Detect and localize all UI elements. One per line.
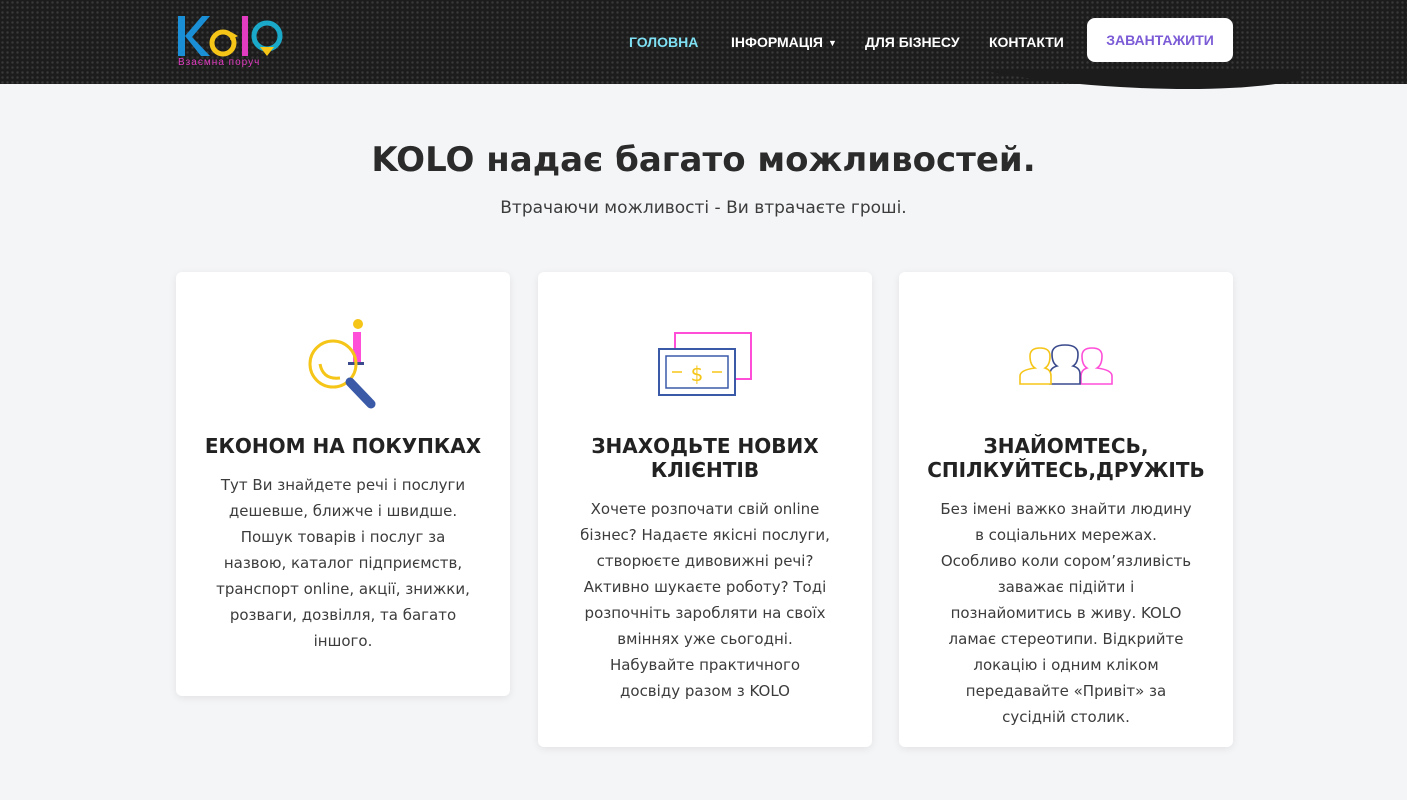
people-group-icon	[1019, 344, 1113, 385]
feature-card-clients: $ ЗНАХОДЬТЕ НОВИХ КЛІЄНТІВ Хочете розпоч…	[538, 272, 872, 747]
nav-business[interactable]: ДЛЯ БІЗНЕСУ	[865, 34, 960, 50]
card-text: Хочете розпочати свій online бізнес? Над…	[580, 500, 830, 700]
card-title: ЗНАЙОМТЕСЬ, СПІЛКУЙТЕСЬ,ДРУЖІТЬ	[927, 434, 1205, 482]
nav-business-label: ДЛЯ БІЗНЕСУ	[865, 34, 960, 50]
card-title: ЕКОНОМ НА ПОКУПКАХ	[204, 434, 482, 458]
nav-info[interactable]: ІНФОРМАЦІЯ ▼	[731, 34, 837, 50]
download-button-label: ЗАВАНТАЖИТИ	[1106, 32, 1214, 48]
feature-card-social: ЗНАЙОМТЕСЬ, СПІЛКУЙТЕСЬ,ДРУЖІТЬ Без імен…	[899, 272, 1233, 747]
nav-contacts[interactable]: КОНТАКТИ	[989, 34, 1064, 50]
nav-contacts-label: КОНТАКТИ	[989, 34, 1064, 50]
card-text: Тут Ви знайдете речі і послуги дешевше, …	[216, 476, 470, 650]
nav-home-label: ГОЛОВНА	[629, 34, 699, 50]
logo-tagline: Bзаємна поруч	[178, 57, 261, 68]
download-button[interactable]: ЗАВАНТАЖИТИ	[1087, 18, 1233, 62]
nav-home[interactable]: ГОЛОВНА	[629, 34, 698, 50]
header-wave-decoration	[980, 70, 1300, 89]
caret-down-icon: ▼	[827, 38, 837, 49]
site-header: Bзаємна поруч ГОЛОВНА ІНФОРМАЦІЯ ▼ ДЛЯ БІ…	[0, 0, 1407, 89]
section-title: KOLO надає багато можливостей.	[371, 140, 1036, 180]
search-info-icon	[308, 319, 376, 409]
card-title: ЗНАХОДЬТЕ НОВИХ КЛІЄНТІВ	[591, 434, 819, 482]
section-subtitle: Втрачаючи можливості - Ви втрачаєте грош…	[500, 198, 907, 218]
card-text: Без імені важко знайти людину в соціальн…	[940, 500, 1192, 726]
nav-info-label: ІНФОРМАЦІЯ	[731, 34, 823, 50]
money-bill-icon: $	[658, 332, 752, 396]
feature-card-savings: ЕКОНОМ НА ПОКУПКАХ Тут Ви знайдете речі …	[176, 272, 510, 696]
svg-text:$: $	[691, 362, 704, 386]
